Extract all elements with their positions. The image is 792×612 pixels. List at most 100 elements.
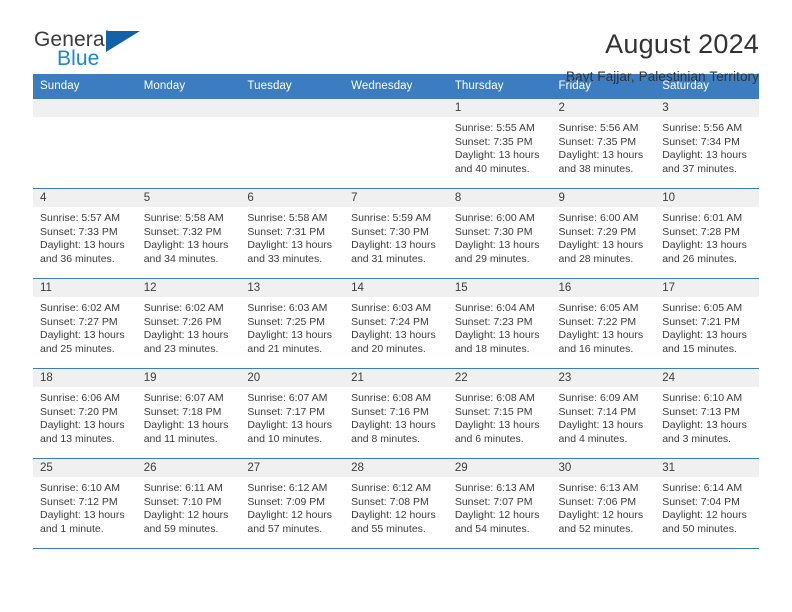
calendar-day-cell[interactable]: 30 Sunrise: 6:13 AM Sunset: 7:06 PM Dayligh…	[551, 458, 656, 549]
day-details: Sunrise: 6:11 AM Sunset: 7:10 PM Daylight:…	[137, 477, 241, 536]
calendar-day-cell[interactable]: 29 Sunrise: 6:13 AM Sunset: 7:07 PM Dayligh…	[447, 458, 552, 549]
day-details: Sunrise: 6:13 AM Sunset: 7:06 PM Daylight:…	[552, 477, 656, 536]
day-details: Sunrise: 6:02 AM Sunset: 7:26 PM Daylight:…	[137, 297, 241, 356]
day-details: Sunrise: 5:56 AM Sunset: 7:34 PM Daylight:…	[655, 117, 759, 176]
calendar-day-cell[interactable]: 12 Sunrise: 6:02 AM Sunset: 7:26 PM Dayligh…	[136, 278, 241, 369]
daylight-text: Daylight: 13 hours and 13 minutes.	[40, 419, 125, 445]
daylight-text: Daylight: 13 hours and 40 minutes.	[454, 149, 540, 175]
day-details: Sunrise: 6:02 AM Sunset: 7:27 PM Daylight:…	[33, 297, 137, 356]
calendar-day-cell[interactable]: 9 Sunrise: 6:00 AM Sunset: 7:29 PM Daylight…	[551, 188, 656, 279]
calendar-day-cell[interactable]: 7 Sunrise: 5:59 AM Sunset: 7:30 PM Daylight…	[344, 188, 448, 279]
sunset-text: Sunset: 7:35 PM	[558, 135, 637, 148]
calendar-day-cell[interactable]: 4 Sunrise: 5:57 AM Sunset: 7:33 PM Daylight…	[33, 188, 137, 279]
calendar-day-cell[interactable]: 28 Sunrise: 6:12 AM Sunset: 7:08 PM Dayligh…	[344, 458, 448, 549]
day-details: Sunrise: 6:08 AM Sunset: 7:16 PM Daylight:…	[344, 387, 448, 446]
day-number: 20	[240, 369, 345, 387]
day-number: 31	[655, 459, 759, 477]
calendar-day-cell[interactable]: 23 Sunrise: 6:09 AM Sunset: 7:14 PM Dayligh…	[551, 368, 656, 459]
calendar-day-cell[interactable]: 1 Sunrise: 5:55 AM Sunset: 7:35 PM Daylight…	[447, 98, 552, 189]
day-number: 19	[136, 369, 241, 387]
general-blue-logo[interactable]: General Blue	[33, 28, 145, 74]
calendar-day-cell[interactable]: 16 Sunrise: 6:05 AM Sunset: 7:22 PM Dayligh…	[551, 278, 656, 369]
calendar-day-cell[interactable]: 20 Sunrise: 6:07 AM Sunset: 7:17 PM Dayligh…	[240, 368, 345, 459]
sunrise-text: Sunrise: 6:07 AM	[143, 392, 224, 404]
sunrise-text: Sunrise: 6:09 AM	[558, 392, 639, 404]
sunrise-text: Sunrise: 5:58 AM	[143, 212, 224, 224]
sunrise-text: Sunrise: 6:03 AM	[247, 302, 328, 314]
daylight-text: Daylight: 13 hours and 8 minutes.	[351, 419, 436, 445]
calendar-day-cell[interactable]: 31 Sunrise: 6:14 AM Sunset: 7:04 PM Dayligh…	[655, 458, 759, 549]
sunrise-text: Sunrise: 5:55 AM	[454, 122, 535, 134]
calendar-page: General Blue August 2024 Bayt Fajjar, Pa…	[0, 0, 792, 612]
sunset-text: Sunset: 7:27 PM	[40, 315, 118, 328]
calendar-day-cell[interactable]: 13 Sunrise: 6:03 AM Sunset: 7:25 PM Dayligh…	[240, 278, 345, 369]
calendar-day-cell[interactable]: 10 Sunrise: 6:01 AM Sunset: 7:28 PM Dayligh…	[655, 188, 759, 279]
day-number: 21	[344, 369, 448, 387]
sunrise-text: Sunrise: 6:05 AM	[662, 302, 743, 314]
daylight-text: Daylight: 12 hours and 59 minutes.	[143, 509, 229, 535]
sunset-text: Sunset: 7:04 PM	[662, 495, 740, 508]
day-number: 1	[447, 99, 552, 117]
calendar-day-cell[interactable]: 21 Sunrise: 6:08 AM Sunset: 7:16 PM Dayligh…	[344, 368, 448, 459]
day-number: 16	[551, 279, 656, 297]
daylight-text: Daylight: 13 hours and 15 minutes.	[662, 329, 747, 355]
day-number: 15	[447, 279, 552, 297]
calendar-day-cell-empty	[33, 98, 137, 189]
daylight-text: Daylight: 12 hours and 52 minutes.	[558, 509, 644, 535]
calendar-day-cell[interactable]: 2 Sunrise: 5:56 AM Sunset: 7:35 PM Daylight…	[551, 98, 656, 189]
calendar-day-cell[interactable]: 22 Sunrise: 6:08 AM Sunset: 7:15 PM Dayligh…	[447, 368, 552, 459]
day-details: Sunrise: 6:01 AM Sunset: 7:28 PM Daylight:…	[655, 207, 759, 266]
daylight-text: Daylight: 13 hours and 3 minutes.	[662, 419, 747, 445]
daylight-text: Daylight: 13 hours and 36 minutes.	[40, 239, 125, 265]
sunrise-text: Sunrise: 6:02 AM	[143, 302, 224, 314]
calendar-day-cell-empty	[344, 98, 448, 189]
calendar-day-cell[interactable]: 3 Sunrise: 5:56 AM Sunset: 7:34 PM Daylight…	[655, 98, 759, 189]
calendar-day-cell[interactable]: 19 Sunrise: 6:07 AM Sunset: 7:18 PM Dayligh…	[136, 368, 241, 459]
sunset-text: Sunset: 7:20 PM	[40, 405, 118, 418]
day-details: Sunrise: 5:55 AM Sunset: 7:35 PM Daylight:…	[448, 117, 552, 176]
calendar-day-cell[interactable]: 25 Sunrise: 6:10 AM Sunset: 7:12 PM Dayligh…	[33, 458, 137, 549]
sunset-text: Sunset: 7:35 PM	[454, 135, 533, 148]
sunrise-text: Sunrise: 6:07 AM	[247, 392, 328, 404]
sunrise-text: Sunrise: 6:08 AM	[454, 392, 535, 404]
sunrise-text: Sunrise: 6:06 AM	[40, 392, 120, 404]
daylight-text: Daylight: 12 hours and 50 minutes.	[662, 509, 747, 535]
page-header: General Blue August 2024 Bayt Fajjar, Pa…	[33, 0, 759, 84]
calendar-day-cell[interactable]: 17 Sunrise: 6:05 AM Sunset: 7:21 PM Dayligh…	[655, 278, 759, 369]
weekday-header-thursday: Thursday	[447, 74, 552, 99]
calendar-day-cell[interactable]: 11 Sunrise: 6:02 AM Sunset: 7:27 PM Dayligh…	[33, 278, 137, 369]
day-details: Sunrise: 5:59 AM Sunset: 7:30 PM Daylight:…	[344, 207, 448, 266]
day-details: Sunrise: 6:10 AM Sunset: 7:13 PM Daylight:…	[655, 387, 759, 446]
weekday-header-monday: Monday	[136, 74, 241, 99]
daylight-text: Daylight: 13 hours and 4 minutes.	[558, 419, 644, 445]
sunset-text: Sunset: 7:32 PM	[143, 225, 222, 238]
day-details: Sunrise: 6:00 AM Sunset: 7:29 PM Daylight:…	[552, 207, 656, 266]
day-details: Sunrise: 6:08 AM Sunset: 7:15 PM Daylight:…	[448, 387, 552, 446]
day-number: 17	[655, 279, 759, 297]
calendar-day-cell[interactable]: 8 Sunrise: 6:00 AM Sunset: 7:30 PM Daylight…	[447, 188, 552, 279]
day-number: 14	[344, 279, 448, 297]
sunset-text: Sunset: 7:34 PM	[662, 135, 740, 148]
calendar-day-cell[interactable]: 5 Sunrise: 5:58 AM Sunset: 7:32 PM Daylight…	[136, 188, 241, 279]
day-number: 3	[655, 99, 759, 117]
sunset-text: Sunset: 7:08 PM	[351, 495, 429, 508]
calendar-day-cell[interactable]: 6 Sunrise: 5:58 AM Sunset: 7:31 PM Daylight…	[240, 188, 345, 279]
day-details: Sunrise: 6:13 AM Sunset: 7:07 PM Daylight:…	[448, 477, 552, 536]
daylight-text: Daylight: 13 hours and 33 minutes.	[247, 239, 333, 265]
calendar-day-cell[interactable]: 18 Sunrise: 6:06 AM Sunset: 7:20 PM Dayligh…	[33, 368, 137, 459]
calendar-day-cell[interactable]: 26 Sunrise: 6:11 AM Sunset: 7:10 PM Dayligh…	[136, 458, 241, 549]
day-number: 11	[33, 279, 137, 297]
sunrise-text: Sunrise: 6:14 AM	[662, 482, 743, 494]
calendar-day-cell[interactable]: 24 Sunrise: 6:10 AM Sunset: 7:13 PM Dayligh…	[655, 368, 759, 459]
page-title: August 2024	[605, 29, 759, 59]
calendar-day-cell[interactable]: 14 Sunrise: 6:03 AM Sunset: 7:24 PM Dayligh…	[344, 278, 448, 369]
day-number: 23	[551, 369, 656, 387]
calendar-day-cell[interactable]: 27 Sunrise: 6:12 AM Sunset: 7:09 PM Dayligh…	[240, 458, 345, 549]
calendar-day-cell[interactable]: 15 Sunrise: 6:04 AM Sunset: 7:23 PM Dayligh…	[447, 278, 552, 369]
sunrise-text: Sunrise: 6:12 AM	[247, 482, 328, 494]
day-details: Sunrise: 5:58 AM Sunset: 7:31 PM Daylight:…	[240, 207, 344, 266]
sunrise-text: Sunrise: 6:03 AM	[351, 302, 432, 314]
day-details: Sunrise: 6:12 AM Sunset: 7:09 PM Daylight:…	[240, 477, 344, 536]
day-number: 26	[136, 459, 241, 477]
day-number: 28	[344, 459, 448, 477]
